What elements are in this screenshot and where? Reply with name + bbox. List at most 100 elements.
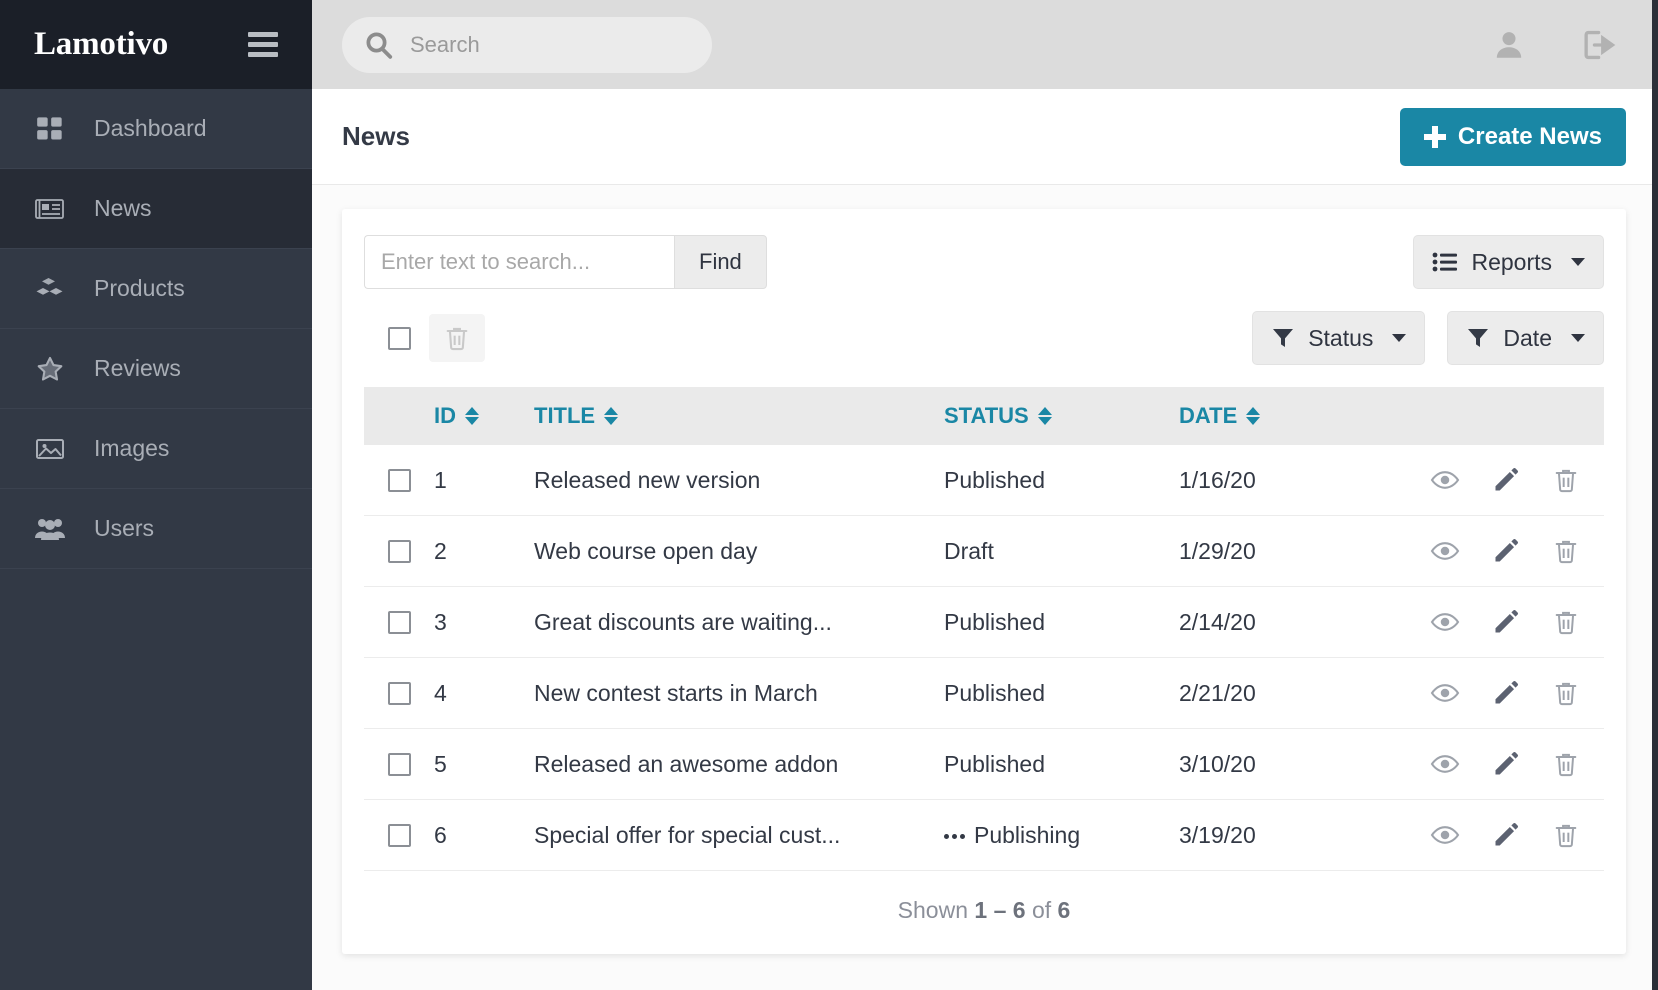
reports-dropdown[interactable]: Reports [1413, 235, 1604, 289]
view-icon[interactable] [1430, 749, 1460, 779]
reports-label: Reports [1471, 248, 1552, 275]
delete-icon[interactable] [1552, 466, 1580, 494]
cell-date: 1/16/20 [1179, 445, 1394, 516]
search-input[interactable] [410, 31, 692, 58]
row-checkbox[interactable] [388, 610, 411, 634]
cell-date: 2/21/20 [1179, 657, 1394, 729]
sidebar-item-images[interactable]: Images [0, 409, 312, 489]
app-root: Lamotivo Dashboard News Products Reviews… [0, 0, 1658, 990]
table-head: ID TITLE STATUS DATE [364, 387, 1604, 445]
cell-date: 3/10/20 [1179, 728, 1394, 800]
row-checkbox[interactable] [388, 823, 411, 847]
page-title: News [342, 121, 410, 151]
header-status[interactable]: STATUS [944, 387, 1179, 445]
sidebar-item-dashboard[interactable]: Dashboard [0, 89, 312, 169]
sidebar-item-reviews[interactable]: Reviews [0, 329, 312, 409]
row-checkbox[interactable] [388, 539, 411, 563]
card-toolbar: Find Reports [364, 235, 1604, 289]
sidebar-item-users[interactable]: Users [0, 489, 312, 569]
list-icon [1432, 251, 1458, 273]
cell-title: Web course open day [534, 515, 944, 587]
row-checkbox[interactable] [388, 468, 411, 492]
bulk-left [364, 314, 485, 362]
bulk-delete-button[interactable] [429, 314, 485, 362]
header-date-label: DATE [1179, 403, 1238, 428]
delete-icon[interactable] [1552, 537, 1580, 565]
view-icon[interactable] [1430, 678, 1460, 708]
cell-actions [1394, 657, 1604, 729]
brand-bar: Lamotivo [0, 0, 312, 89]
user-icon[interactable] [1492, 28, 1526, 62]
select-all-checkbox[interactable] [388, 326, 411, 350]
sidebar-item-label: Users [94, 515, 155, 541]
cell-title: Released an awesome addon [534, 728, 944, 800]
row-checkbox[interactable] [388, 752, 411, 776]
table-row: 6 Special offer for special cust... Publis… [364, 799, 1604, 871]
brand-logo: Lamotivo [34, 26, 169, 62]
cell-status: Published [944, 586, 1179, 658]
status-text: Published [944, 679, 1046, 706]
pagination-summary: Shown 1 – 6 of 6 [364, 871, 1604, 936]
view-icon[interactable] [1430, 607, 1460, 637]
cell-id: 5 [434, 728, 534, 800]
table-search-input[interactable] [364, 235, 674, 289]
sidebar-item-label: Reviews [94, 355, 181, 381]
status-text: Published [944, 608, 1046, 635]
chevron-down-icon [1571, 258, 1585, 266]
delete-icon[interactable] [1552, 821, 1580, 849]
star-icon [28, 355, 72, 383]
sidebar-item-label: Images [94, 435, 170, 461]
header-date[interactable]: DATE [1179, 387, 1394, 445]
edit-icon[interactable] [1492, 679, 1520, 707]
status-text: Draft [944, 537, 994, 564]
table-header-row: ID TITLE STATUS DATE [364, 387, 1604, 445]
cell-actions [1394, 515, 1604, 587]
view-icon[interactable] [1430, 465, 1460, 495]
newspaper-icon [28, 196, 72, 222]
edit-icon[interactable] [1492, 750, 1520, 778]
row-checkbox-cell [364, 657, 434, 729]
header-id[interactable]: ID [434, 387, 534, 445]
row-checkbox-cell [364, 586, 434, 658]
window-edge [1652, 0, 1658, 990]
page-header: News Create News [312, 89, 1658, 185]
cell-status: Draft [944, 515, 1179, 587]
edit-icon[interactable] [1492, 608, 1520, 636]
search-icon [364, 30, 394, 60]
filter-status-button[interactable]: Status [1252, 311, 1426, 365]
cell-date: 3/19/20 [1179, 799, 1394, 871]
cell-actions [1394, 586, 1604, 658]
cubes-icon [28, 276, 72, 302]
filter-date-button[interactable]: Date [1447, 311, 1604, 365]
edit-icon[interactable] [1492, 466, 1520, 494]
header-title[interactable]: TITLE [534, 387, 944, 445]
delete-icon[interactable] [1552, 679, 1580, 707]
global-search[interactable] [342, 16, 712, 73]
find-button[interactable]: Find [674, 235, 767, 289]
filter-date-label: Date [1503, 324, 1552, 351]
edit-icon[interactable] [1492, 537, 1520, 565]
table-row: 4 New contest starts in March Published 2/2… [364, 657, 1604, 729]
filter-status-label: Status [1308, 324, 1374, 351]
row-checkbox-cell [364, 445, 434, 516]
sign-out-icon[interactable] [1582, 28, 1618, 62]
row-checkbox[interactable] [388, 681, 411, 705]
bulk-right: Status Date [1252, 311, 1604, 365]
news-table: ID TITLE STATUS DATE 1 Released new vers… [364, 387, 1604, 871]
view-icon[interactable] [1430, 820, 1460, 850]
delete-icon[interactable] [1552, 750, 1580, 778]
create-news-button[interactable]: Create News [1399, 107, 1626, 166]
delete-icon[interactable] [1552, 608, 1580, 636]
sidebar-item-news[interactable]: News [0, 169, 312, 249]
sort-icon [1037, 407, 1052, 425]
sidebar-item-label: Products [94, 275, 185, 301]
hamburger-icon[interactable] [244, 28, 282, 61]
table-row: 2 Web course open day Draft 1/29/20 [364, 515, 1604, 587]
sidebar-item-products[interactable]: Products [0, 249, 312, 329]
table-row: 1 Released new version Published 1/16/20 [364, 445, 1604, 516]
view-icon[interactable] [1430, 536, 1460, 566]
edit-icon[interactable] [1492, 821, 1520, 849]
chevron-down-icon [1571, 334, 1585, 342]
cell-id: 3 [434, 586, 534, 658]
row-checkbox-cell [364, 728, 434, 800]
